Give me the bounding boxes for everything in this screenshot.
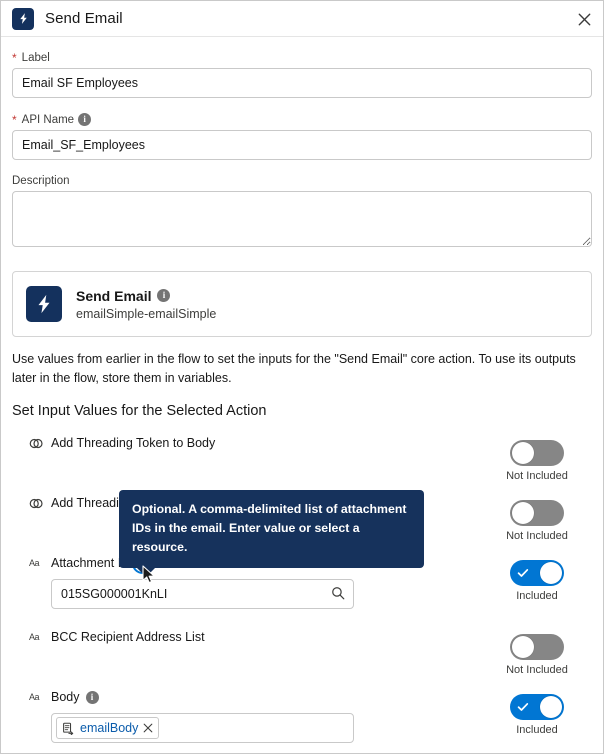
dialog-body: * Label * API Name i Description [1, 52, 603, 747]
close-icon[interactable] [576, 11, 592, 27]
include-toggle[interactable] [510, 694, 564, 720]
input-row: Aa BCC Recipient Address List Not Includ… [12, 627, 592, 687]
description-field-group: Description [12, 175, 592, 252]
label-input[interactable] [12, 68, 592, 98]
text-icon: Aa [29, 632, 40, 642]
input-row-label: Body [51, 690, 80, 704]
input-row-main: Aa BCC Recipient Address List [29, 627, 482, 647]
api-name-field-label: * API Name i [12, 113, 592, 126]
record-variable-icon [62, 722, 75, 735]
checkmark-icon [517, 566, 529, 584]
input-row: Add Threading Token to Body Not Included [12, 433, 592, 493]
attachment-id-input[interactable] [51, 579, 354, 609]
toggle-knob [540, 696, 562, 718]
input-row-toggle-cell: Included [482, 687, 592, 736]
input-row-main: Add Threading Token to Body [29, 433, 482, 453]
input-row-toggle-cell: Not Included [482, 493, 592, 542]
dialog-title: Send Email [45, 10, 123, 27]
boolean-icon [29, 438, 45, 449]
input-row-label: Add Threadin [51, 496, 126, 510]
label-field-group: * Label [12, 52, 592, 98]
section-title: Set Input Values for the Selected Action [12, 403, 267, 419]
input-row-header: Add Threading Token to Body [29, 433, 482, 453]
required-asterisk: * [12, 51, 17, 65]
toggle-knob [540, 562, 562, 584]
label-field-text: Label [21, 52, 50, 64]
selected-action-info-icon[interactable]: i [157, 289, 171, 302]
remove-pill-icon[interactable] [143, 723, 153, 733]
api-name-field-text: API Name [21, 113, 75, 126]
attachment-id-tooltip: Optional. A comma-delimited list of atta… [119, 490, 424, 577]
toggle-state-label: Included [516, 724, 558, 736]
selected-action-text: Send Email i emailSimple-emailSimple [76, 288, 216, 321]
boolean-icon [29, 498, 45, 509]
input-row-label: BCC Recipient Address List [51, 630, 205, 644]
resource-pill[interactable]: emailBody [56, 717, 160, 739]
description-field-text: Description [12, 175, 70, 187]
api-name-input[interactable] [12, 130, 592, 160]
include-toggle[interactable] [510, 500, 564, 526]
input-row-header: Aa Body i [29, 687, 482, 707]
input-row-header: Aa BCC Recipient Address List [29, 627, 482, 647]
include-toggle[interactable] [510, 634, 564, 660]
input-row-toggle-cell: Not Included [482, 627, 592, 676]
input-values-list: Add Threading Token to Body Not Included [12, 433, 592, 747]
lightning-bolt-icon [26, 286, 62, 322]
input-row-label: Add Threading Token to Body [51, 436, 216, 450]
include-toggle[interactable] [510, 440, 564, 466]
toggle-knob [512, 442, 534, 464]
toggle-knob [512, 502, 534, 524]
required-asterisk: * [12, 112, 17, 127]
body-info-icon[interactable]: i [85, 690, 99, 704]
selected-action-card[interactable]: Send Email i emailSimple-emailSimple [12, 271, 592, 337]
text-icon: Aa [29, 692, 40, 702]
toggle-knob [512, 636, 534, 658]
input-row-toggle-cell: Not Included [482, 433, 592, 482]
toggle-state-label: Not Included [506, 470, 568, 482]
toggle-state-label: Not Included [506, 664, 568, 676]
input-row-main: Aa Body i emailBody [29, 687, 482, 743]
selected-action-title-row: Send Email i [76, 288, 216, 304]
label-field-label: * Label [12, 52, 592, 64]
checkmark-icon [517, 700, 529, 718]
action-description-paragraph: Use values from earlier in the flow to s… [12, 352, 576, 385]
body-pillbox[interactable]: emailBody [51, 713, 354, 743]
dialog-header: Send Email [1, 1, 603, 37]
selected-action-subtitle: emailSimple-emailSimple [76, 306, 217, 321]
resource-pill-label: emailBody [80, 721, 139, 735]
api-name-field-group: * API Name i [12, 113, 592, 160]
body-input-wrap: emailBody [51, 713, 354, 743]
api-name-info-icon[interactable]: i [78, 113, 92, 126]
toggle-state-label: Included [516, 590, 558, 602]
text-icon: Aa [29, 558, 40, 568]
toggle-state-label: Not Included [506, 530, 568, 542]
send-email-dialog: Send Email * Label * API Name i [0, 0, 604, 754]
search-icon[interactable] [331, 586, 345, 605]
input-row-toggle-cell: Included [482, 553, 592, 602]
description-textarea[interactable] [12, 191, 592, 247]
description-field-label: Description [12, 175, 592, 187]
lightning-bolt-icon [12, 7, 34, 30]
input-row: Aa Body i emailBody Included [12, 687, 592, 747]
attachment-id-input-wrap [51, 579, 354, 609]
selected-action-title: Send Email [76, 287, 152, 304]
include-toggle[interactable] [510, 560, 564, 586]
